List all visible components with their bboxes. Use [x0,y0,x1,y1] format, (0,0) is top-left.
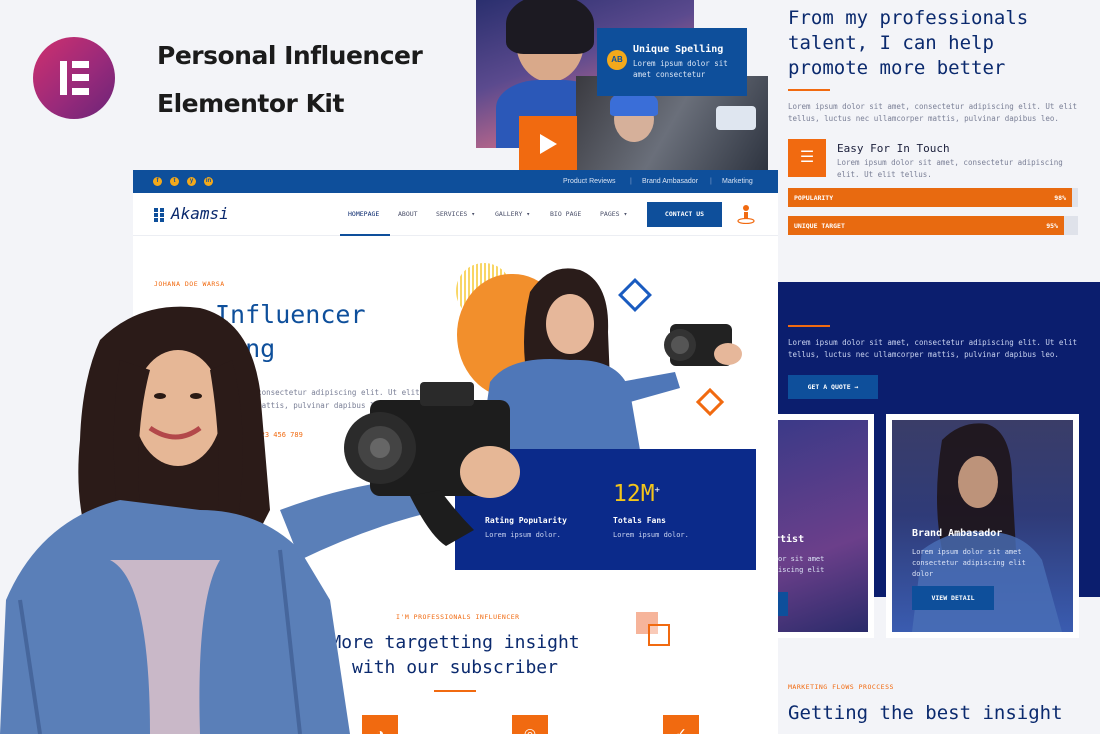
service-card-brand-ambasador[interactable]: Brand Ambasador Lorem ipsum dolor sit am… [886,414,1079,638]
site-navbar: Akamsi HOMEPAGE ABOUT SERVICES ▾ GALLERY… [133,193,778,236]
linkedin-icon[interactable]: in [204,177,213,186]
view-detail-button-left[interactable] [778,592,788,616]
toplink-brand-ambasador[interactable]: Brand Ambasador [642,178,698,185]
easy-touch-title: Easy For In Touch [837,142,950,155]
nav-homepage[interactable]: HOMEPAGE [348,210,379,218]
divider [788,89,830,91]
brand-card-desc: Lorem ipsum dolor sit amet consectetur a… [912,548,1026,578]
view-detail-button[interactable]: VIEW DETAIL [912,586,994,610]
professionals-lorem: Lorem ipsum dolor sit amet, consectetur … [788,102,1077,123]
unique-target-bar: UNIQUE TARGET 95% [788,216,1064,235]
stat-fans-desc: Lorem ipsum dolor. [613,531,689,539]
foreground-model-image [0,306,520,734]
quote-lorem: Lorem ipsum dolor sit amet, consectetur … [788,338,1077,359]
elementor-logo [33,37,115,119]
marketing-title: Getting the best insight [788,702,1063,724]
stat-fans-number: 12M+ [613,481,660,507]
easy-touch-desc: Lorem ipsum dolor sit amet, consectetur … [837,158,1063,179]
marketing-subtitle: MARKETING FLOWS PROCCESS [788,683,894,691]
brand-card-title: Brand Ambasador [912,528,1003,539]
kit-title: Personal Influencer Elementor Kit [157,41,423,118]
stat-fans-label: Totals Fans [613,516,666,525]
square-outline-deco [648,624,670,646]
brand-card-image: Brand Ambasador Lorem ipsum dolor sit am… [892,420,1073,632]
nav-bio-page[interactable]: BIO PAGE [550,210,581,218]
checklist-icon: ☰ [788,139,826,177]
nav-services[interactable]: SERVICES ▾ [436,210,475,218]
twitter-icon[interactable]: t [170,177,179,186]
spelling-desc: Lorem ipsum dolor sit amet consectetur [633,59,728,79]
hero-subtitle: JOHANA DOE WARSA [154,280,225,288]
toplink-product-reviews[interactable]: Product Reviews [563,178,616,185]
service-card-artist[interactable]: rtist or sit amet iscing elit [778,414,874,638]
person-icon[interactable] [737,204,755,224]
spelling-title: Unique Spelling [633,44,724,55]
nav-pages[interactable]: PAGES ▾ [600,210,627,218]
user-check-icon: ✓ [663,715,699,734]
facebook-icon[interactable]: f [153,177,162,186]
unique-spelling-card: AB Unique Spelling Lorem ipsum dolor sit… [597,28,747,96]
artist-card-image: rtist or sit amet iscing elit [778,420,868,632]
brand-name[interactable]: Akamsi [171,204,229,223]
popularity-bar: POPULARITY 98% [788,188,1072,207]
site-topbar: f t y in Product Reviews | Brand Ambasad… [133,170,778,193]
contact-us-button[interactable]: CONTACT US [647,202,722,227]
spelling-icon: AB [607,50,627,70]
nav-about[interactable]: ABOUT [398,210,418,218]
professionals-headline: From my professionals talent, I can help… [788,7,1029,79]
get-a-quote-button[interactable]: GET A QUOTE → [788,375,878,399]
nav-active-indicator [340,234,390,236]
youtube-icon[interactable]: y [187,177,196,186]
nav-gallery[interactable]: GALLERY ▾ [495,210,530,218]
play-button[interactable] [519,116,577,172]
quote-divider [788,325,830,327]
toplink-marketing[interactable]: Marketing [722,178,753,185]
brand-logo-icon [154,208,164,222]
play-icon [540,134,557,154]
